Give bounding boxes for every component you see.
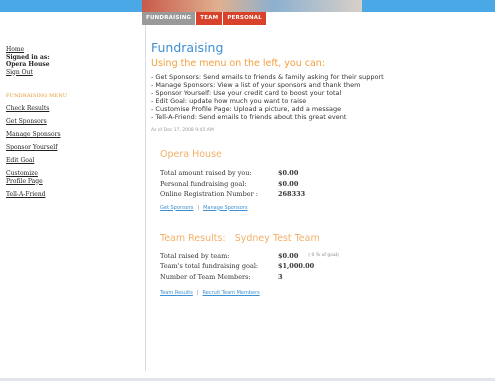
stat-label: Team's total fundraising goal: xyxy=(160,262,259,270)
stat-row: Personal fundraising goal: $0.00 xyxy=(160,179,486,190)
menu-edit-goal[interactable]: Edit Goal xyxy=(6,157,138,165)
goal-percent-note: ( 0 % of goal) xyxy=(308,252,339,258)
personal-results: Opera House Total amount raised by you: … xyxy=(160,149,486,211)
as-of-timestamp: As of Dec 17, 2008 9:45 AM xyxy=(151,128,214,133)
stat-value: $0.00 xyxy=(278,179,299,188)
link-separator: | xyxy=(197,204,200,211)
team-links: Team Results | Recruit Team Members xyxy=(160,290,486,296)
signed-in-label: Signed in as: xyxy=(6,53,50,61)
menu-tell-a-friend[interactable]: Tell-A-Friend xyxy=(6,191,138,199)
stat-label: Online Registration Number : xyxy=(160,190,258,198)
list-item: - Edit Goal: update how much you want to… xyxy=(151,97,307,105)
stat-value: 268333 xyxy=(278,190,306,198)
stat-label: Personal fundraising goal: xyxy=(160,179,247,188)
menu-sponsor-yourself[interactable]: Sponsor Yourself xyxy=(6,144,138,152)
account-block: Home Signed in as: Opera House Sign Out xyxy=(6,46,138,76)
stat-value: $1,000.00 xyxy=(278,262,315,270)
menu-check-results[interactable]: Check Results xyxy=(6,105,138,113)
tab-fundraising[interactable]: FUNDRAISING xyxy=(142,12,196,25)
sidebar-divider xyxy=(145,25,146,371)
menu-get-sponsors[interactable]: Get Sponsors xyxy=(6,118,138,126)
fundraising-menu: Check Results Get Sponsors Manage Sponso… xyxy=(6,105,138,198)
page-title: Fundraising xyxy=(151,40,224,55)
page-subtitle: Using the menu on the left, you can: xyxy=(151,58,326,69)
home-link[interactable]: Home xyxy=(6,46,138,54)
personal-section-title: Opera House xyxy=(160,149,222,160)
list-item: - Customise Profile Page: Upload a pictu… xyxy=(151,105,342,113)
stat-label: Number of Team Members: xyxy=(160,272,251,281)
stat-value: $0.00 xyxy=(278,251,299,260)
list-item: - Get Sponsors: Send emails to friends &… xyxy=(151,73,384,81)
stat-row: Online Registration Number : 268333 xyxy=(160,189,486,200)
sign-out-link[interactable]: Sign Out xyxy=(6,69,138,77)
bottom-bar xyxy=(0,378,495,381)
recruit-members-link[interactable]: Recruit Team Members xyxy=(203,290,260,296)
personal-links: Get Sponsors | Manage Sponsors xyxy=(160,205,486,211)
list-item: - Tell-A-Friend: Send emails to friends … xyxy=(151,113,347,121)
stat-label: Total raised by team: xyxy=(160,251,230,260)
sidebar: Home Signed in as: Opera House Sign Out … xyxy=(6,46,138,204)
stat-value: $0.00 xyxy=(278,169,299,177)
tab-team[interactable]: TEAM xyxy=(196,12,223,25)
menu-customize-profile[interactable]: Customize Profile Page xyxy=(6,170,54,185)
stat-row: Number of Team Members: 3 xyxy=(160,272,486,283)
link-separator: | xyxy=(196,290,199,296)
team-results: Team Results: Sydney Test Team Total rai… xyxy=(160,233,486,297)
stat-value: 3 xyxy=(278,272,283,281)
get-sponsors-link[interactable]: Get Sponsors xyxy=(160,205,193,211)
banner-photo xyxy=(142,0,362,12)
main-content: Fundraising Using the menu on the left, … xyxy=(151,40,486,296)
list-item: - Manage Sponsors: View a list of your s… xyxy=(151,81,361,89)
tab-bar: FUNDRAISING TEAM PERSONAL xyxy=(142,12,267,25)
stat-row: Total raised by team: $0.00 ( 0 % of goa… xyxy=(160,251,486,262)
stat-row: Team's total fundraising goal: $1,000.00 xyxy=(160,261,486,272)
menu-manage-sponsors[interactable]: Manage Sponsors xyxy=(6,131,138,139)
fundraising-menu-header: FUNDRAISING MENU xyxy=(6,93,68,99)
user-name: Opera House xyxy=(6,61,50,68)
manage-sponsors-link[interactable]: Manage Sponsors xyxy=(203,205,247,211)
team-results-link[interactable]: Team Results xyxy=(160,290,193,296)
stat-row: Total amount raised by you: $0.00 xyxy=(160,168,486,179)
list-item: - Sponsor Yourself: Use your credit card… xyxy=(151,89,342,97)
stat-label: Total amount raised by you: xyxy=(160,169,252,177)
tab-personal[interactable]: PERSONAL xyxy=(223,12,266,25)
feature-list: - Get Sponsors: Send emails to friends &… xyxy=(151,73,486,121)
team-section-title: Team Results: Sydney Test Team xyxy=(160,232,320,244)
